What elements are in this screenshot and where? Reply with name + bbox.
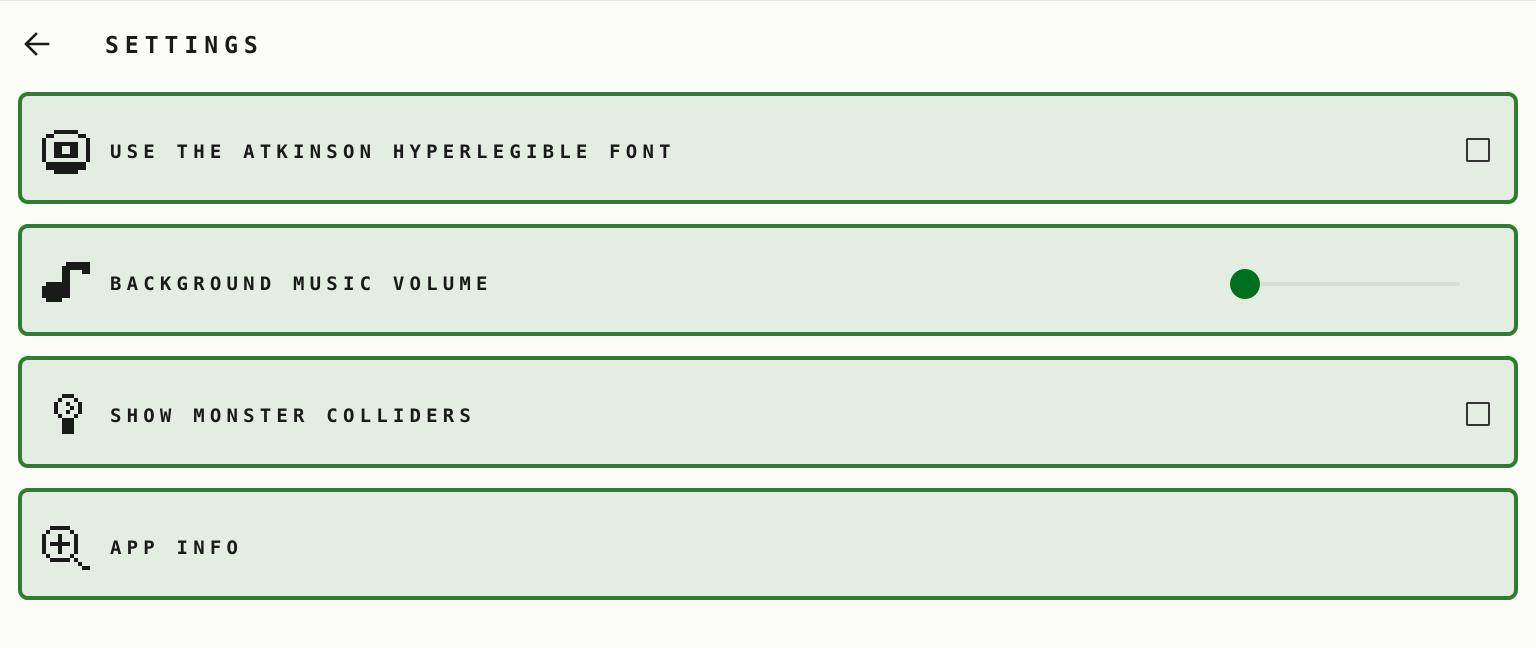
app-bar: SETTINGS xyxy=(0,0,1536,88)
page-title: SETTINGS xyxy=(105,33,264,59)
arrow-left-icon xyxy=(24,32,50,56)
slider-thumb[interactable] xyxy=(1230,269,1260,299)
setting-music-volume[interactable]: BACKGROUND MUSIC VOLUME xyxy=(18,224,1518,336)
setting-atkinson-font[interactable]: USE THE ATKINSON HYPERLEGIBLE FONT xyxy=(18,92,1518,204)
setting-monster-colliders[interactable]: SHOW MONSTER COLLIDERS xyxy=(18,356,1518,468)
music-note-icon xyxy=(42,262,94,306)
setting-label: APP INFO xyxy=(110,537,244,559)
back-button[interactable] xyxy=(18,26,54,62)
eye-icon xyxy=(42,130,94,174)
music-volume-slider[interactable] xyxy=(1218,264,1468,304)
slider-track xyxy=(1230,282,1460,286)
setting-label: BACKGROUND MUSIC VOLUME xyxy=(110,273,493,295)
lightbulb-icon xyxy=(42,394,94,438)
setting-label: SHOW MONSTER COLLIDERS xyxy=(110,405,477,427)
zoom-in-icon xyxy=(42,526,94,570)
setting-app-info[interactable]: APP INFO xyxy=(18,488,1518,600)
setting-label: USE THE ATKINSON HYPERLEGIBLE FONT xyxy=(110,141,676,163)
monster-colliders-checkbox[interactable] xyxy=(1466,402,1490,426)
atkinson-font-checkbox[interactable] xyxy=(1466,138,1490,162)
